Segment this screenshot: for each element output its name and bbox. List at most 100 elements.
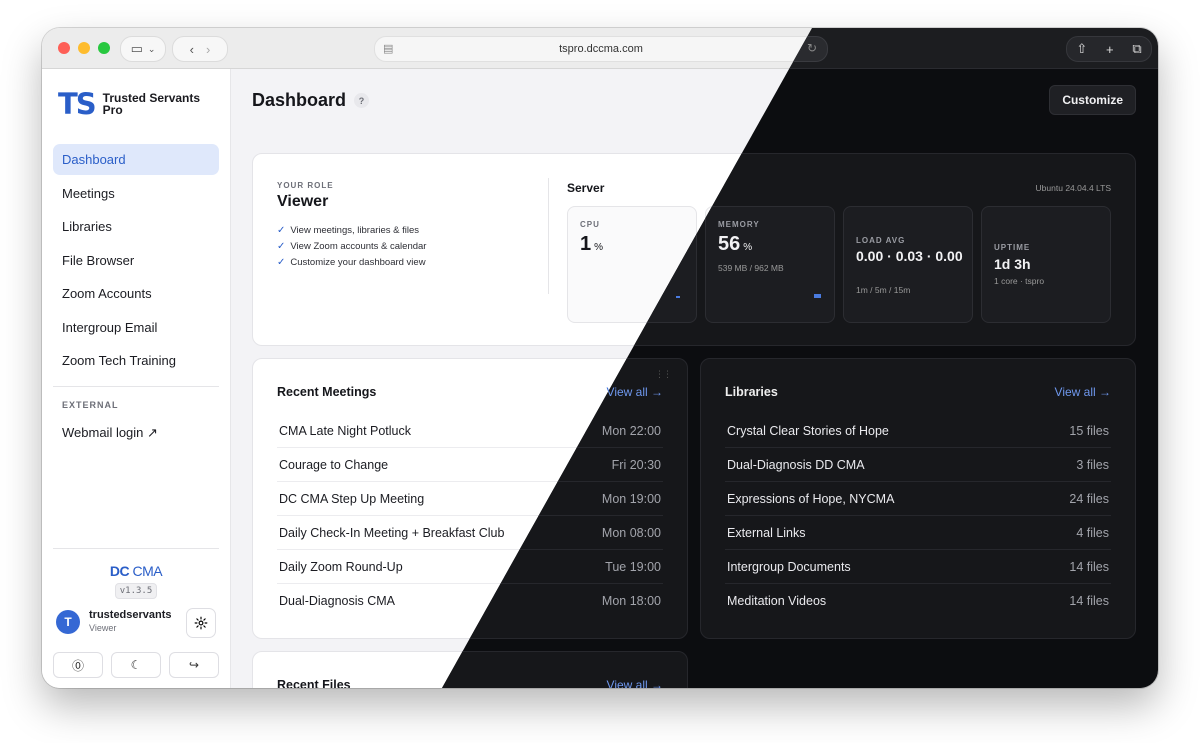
load-label: LOAD AVG xyxy=(856,236,906,245)
address-bar[interactable]: ▤ tspro.dccma.com ↻ xyxy=(374,36,828,62)
permissions-list: ✓View meetings, libraries & files ✓View … xyxy=(277,222,426,270)
sidebar-toggle-button[interactable]: ▭⌄ xyxy=(120,36,166,62)
check-icon: ✓ xyxy=(277,240,286,252)
memory-value: 56% xyxy=(718,233,753,255)
page-title-text: Dashboard xyxy=(252,90,347,110)
zoom-window-button[interactable] xyxy=(98,42,110,54)
forward-icon[interactable]: › xyxy=(206,42,210,57)
list-item[interactable]: Dual-Diagnosis DD CMA3 files xyxy=(725,448,1111,482)
load-stat: LOAD AVG 0.00 · 0.03 · 0.00 1m / 5m / 15… xyxy=(843,206,973,323)
permission-item: ✓Customize your dashboard view xyxy=(277,256,426,268)
sidebar-item-dashboard[interactable]: Dashboard xyxy=(53,144,219,175)
sidebar-item-webmail-login[interactable]: Webmail login ↗ xyxy=(53,417,219,448)
tab-overview-icon[interactable]: ⧉ xyxy=(1132,41,1141,57)
sidebar-item-intergroup-email[interactable]: Intergroup Email xyxy=(53,312,219,343)
org-logo-dc: DC xyxy=(109,563,130,579)
customize-button[interactable]: Customize xyxy=(1049,85,1136,115)
memory-sub: 539 MB / 962 MB xyxy=(718,263,784,273)
list-item[interactable]: Intergroup Documents14 files xyxy=(725,550,1111,584)
sidebar-icon: ▭ xyxy=(130,41,143,56)
theme-toggle-button[interactable]: ☾ xyxy=(111,652,161,678)
back-icon[interactable]: ‹ xyxy=(190,42,194,57)
meetings-view-all-link[interactable]: View all → xyxy=(607,385,663,399)
user-name: trustedservants xyxy=(89,609,172,621)
drag-handle-icon[interactable]: ⋮⋮ xyxy=(655,369,672,380)
list-item[interactable]: Expressions of Hope, NYCMA24 files xyxy=(725,482,1111,516)
card-divider xyxy=(548,178,549,294)
user-role: Viewer xyxy=(89,623,117,633)
load-sub: 1m / 5m / 15m xyxy=(856,285,911,295)
external-section-label: EXTERNAL xyxy=(62,400,119,410)
browser-window: ▭⌄ ‹ › ▤ tspro.dccma.com ↻ ⇧ + ⧉ TS Trus… xyxy=(42,28,1158,688)
window-controls xyxy=(58,42,110,54)
uptime-value: 1d 3h xyxy=(994,256,1031,272)
libraries-list: Crystal Clear Stories of Hope15 files Du… xyxy=(725,414,1111,617)
memory-stat: MEMORY 56% 539 MB / 962 MB xyxy=(705,206,835,323)
utility-buttons: ⓪ ☾ ↪ xyxy=(53,652,219,678)
page-title: Dashboard ? xyxy=(252,90,370,111)
org-logo-cma: CMA xyxy=(132,563,163,579)
sidebar-item-zoom-tech-training[interactable]: Zoom Tech Training xyxy=(53,345,219,376)
sidebar-item-zoom-accounts[interactable]: Zoom Accounts xyxy=(53,278,219,309)
load-value: 0.00 · 0.03 · 0.00 xyxy=(856,248,963,264)
close-window-button[interactable] xyxy=(58,42,70,54)
permission-item: ✓View Zoom accounts & calendar xyxy=(277,240,427,252)
help-icon[interactable]: ? xyxy=(354,93,370,108)
logo-text: Trusted Servants Pro xyxy=(102,91,201,117)
help-icon: ⓪ xyxy=(71,658,84,673)
logo-mark: TS xyxy=(58,87,97,121)
sidebar-item-libraries[interactable]: Libraries xyxy=(53,211,219,242)
memory-label: MEMORY xyxy=(718,220,760,229)
libraries-card: Libraries View all → Crystal Clear Stori… xyxy=(700,358,1136,639)
check-icon: ✓ xyxy=(277,224,286,236)
app-logo[interactable]: TS Trusted Servants Pro xyxy=(58,87,213,121)
cpu-sparkline xyxy=(676,296,680,298)
footer-divider xyxy=(53,548,219,549)
sidebar-item-file-browser[interactable]: File Browser xyxy=(53,245,219,276)
list-item[interactable]: External Links4 files xyxy=(725,516,1111,550)
gear-icon xyxy=(194,616,208,630)
org-logo: DC CMA xyxy=(53,563,219,579)
moon-icon: ☾ xyxy=(130,658,142,672)
sidebar-nav: Dashboard Meetings Libraries File Browse… xyxy=(53,144,219,451)
cpu-label: CPU xyxy=(580,220,600,229)
check-icon: ✓ xyxy=(277,256,286,268)
nav-buttons: ‹ › xyxy=(172,36,228,62)
server-title: Server xyxy=(567,181,605,195)
share-icon[interactable]: ⇧ xyxy=(1076,41,1087,57)
toolbar-actions: ⇧ + ⧉ xyxy=(1066,36,1152,62)
list-item[interactable]: Crystal Clear Stories of Hope15 files xyxy=(725,414,1111,448)
uptime-sub: 1 core · tspro xyxy=(994,276,1045,286)
reload-icon[interactable]: ↻ xyxy=(807,41,817,55)
page-settings-icon[interactable]: ▤ xyxy=(383,42,393,55)
uptime-stat: UPTIME 1d 3h 1 core · tspro xyxy=(981,206,1111,323)
logout-button[interactable]: ↪ xyxy=(169,652,219,678)
sidebar-item-meetings[interactable]: Meetings xyxy=(53,178,219,209)
list-item[interactable]: Meditation Videos14 files xyxy=(725,584,1111,617)
chevron-down-icon: ⌄ xyxy=(147,43,156,54)
role-label: YOUR ROLE xyxy=(277,181,334,190)
help-button[interactable]: ⓪ xyxy=(53,652,103,678)
user-profile: T trustedservants Viewer xyxy=(53,608,219,640)
avatar[interactable]: T xyxy=(56,610,80,634)
settings-button[interactable] xyxy=(186,608,216,638)
sidebar: TS Trusted Servants Pro Dashboard Meetin… xyxy=(42,69,231,688)
sidebar-footer: DC CMA v1.3.5 T trustedservants Viewer ⓪… xyxy=(53,548,219,678)
new-tab-icon[interactable]: + xyxy=(1106,42,1114,57)
permission-item: ✓View meetings, libraries & files xyxy=(277,224,420,236)
nav-divider xyxy=(53,386,219,387)
memory-sparkline xyxy=(814,294,821,298)
cpu-value: 1% xyxy=(580,233,604,255)
minimize-window-button[interactable] xyxy=(78,42,90,54)
url-text: tspro.dccma.com xyxy=(559,43,643,55)
libraries-title: Libraries xyxy=(725,385,778,399)
server-os: Ubuntu 24.04.4 LTS xyxy=(1035,183,1111,193)
libraries-view-all-link[interactable]: View all → xyxy=(1055,385,1111,399)
files-view-all-link[interactable]: View all → xyxy=(607,678,663,688)
uptime-label: UPTIME xyxy=(994,243,1031,252)
recent-meetings-title: Recent Meetings xyxy=(277,385,377,399)
recent-files-title: Recent Files xyxy=(277,678,351,688)
version-badge: v1.3.5 xyxy=(115,583,157,599)
logout-icon: ↪ xyxy=(188,658,200,672)
role-name: Viewer xyxy=(277,193,329,210)
